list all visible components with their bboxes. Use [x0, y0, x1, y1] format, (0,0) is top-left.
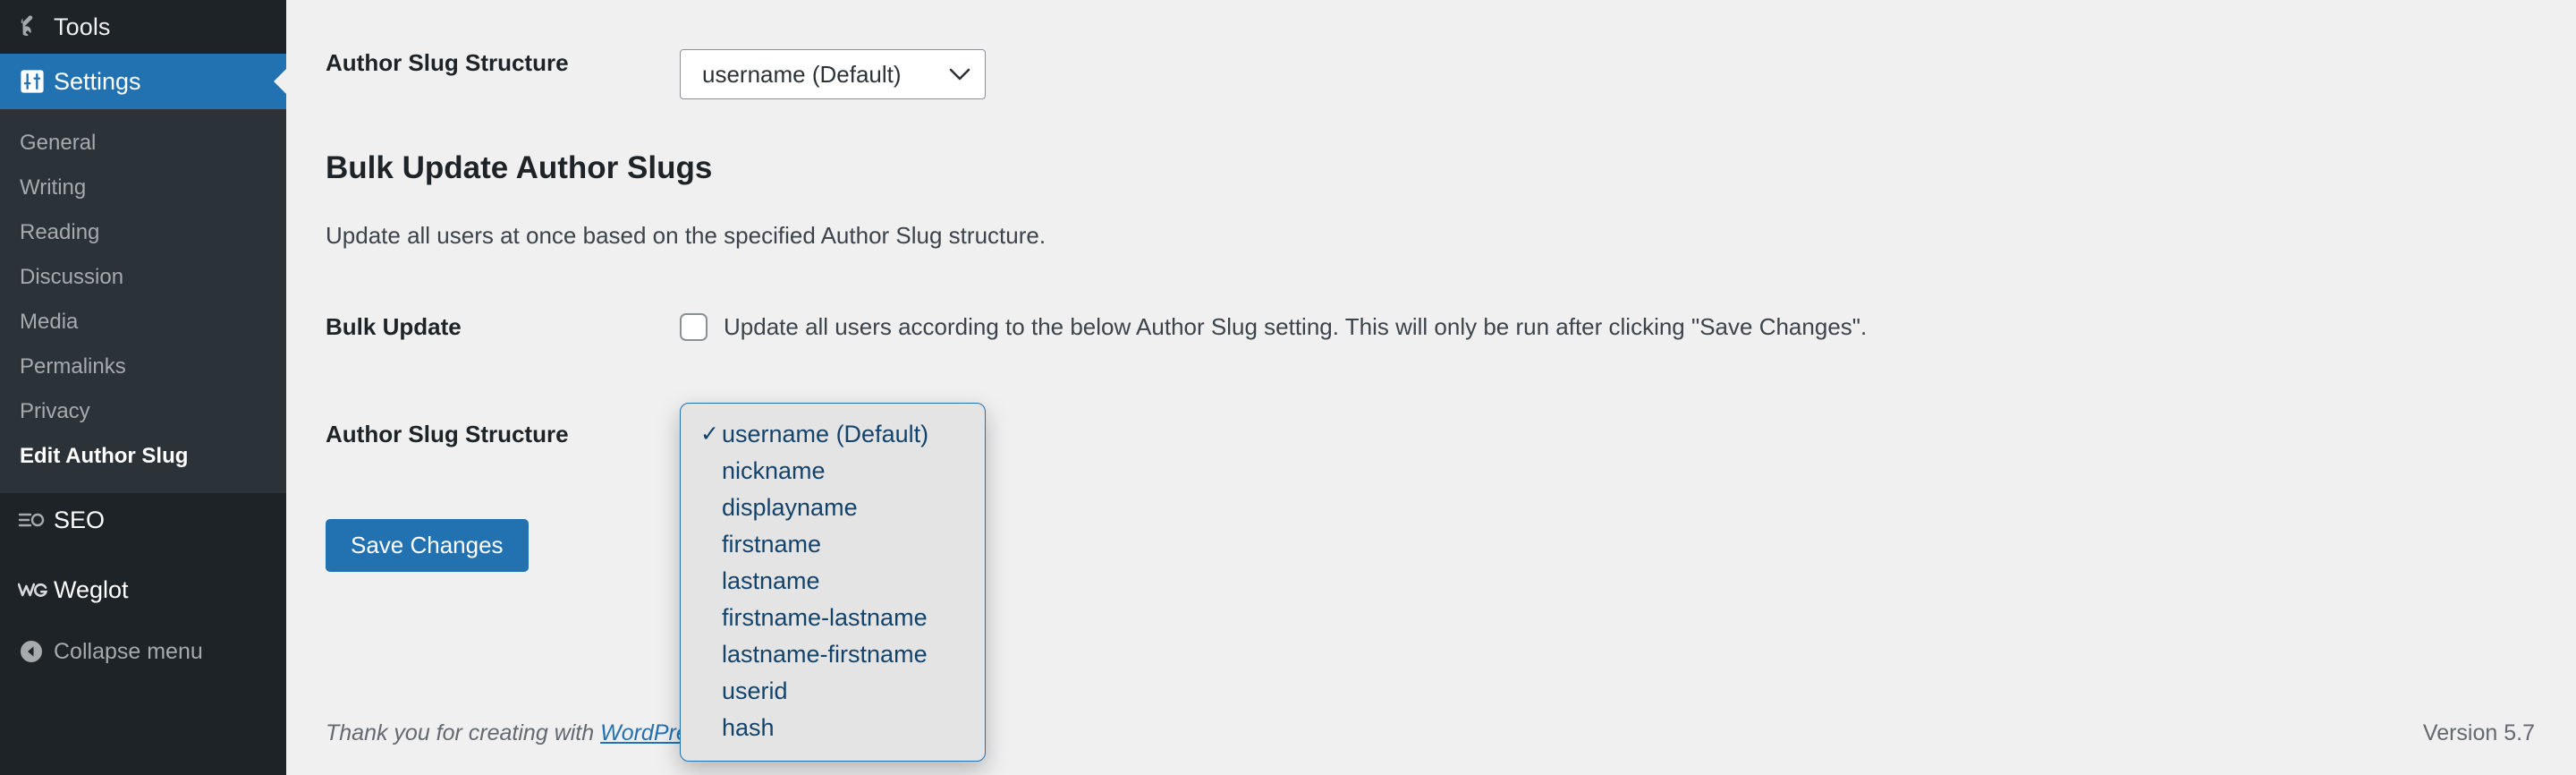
collapse-arrow-icon: [18, 638, 54, 665]
dropdown-option-label: displayname: [722, 494, 858, 521]
sidebar-item-weglot-label: Weglot: [54, 575, 129, 603]
bulk-update-row: Bulk Update Update all users according t…: [286, 313, 1867, 341]
sidebar-item-writing[interactable]: Writing: [0, 166, 286, 210]
dropdown-option-label: nickname: [722, 457, 826, 484]
dropdown-option-label: firstname: [722, 531, 822, 558]
bulk-update-label: Bulk Update: [326, 313, 462, 340]
sidebar-item-seo[interactable]: SEO: [0, 493, 286, 547]
section-title: Bulk Update Author Slugs: [326, 150, 713, 185]
dropdown-option-label: lastname-firstname: [722, 641, 928, 668]
sidebar-item-tools-label: Tools: [54, 13, 111, 40]
dropdown-option-label: userid: [722, 677, 788, 704]
collapse-menu-label: Collapse menu: [54, 638, 203, 664]
author-slug-structure-select[interactable]: username (Default): [680, 49, 986, 99]
section-description: Update all users at once based on the sp…: [326, 222, 1046, 249]
bulk-update-checkbox-group: Update all users according to the below …: [680, 313, 1867, 341]
sidebar-item-privacy[interactable]: Privacy: [0, 389, 286, 434]
dropdown-option-username[interactable]: ✓ username (Default): [681, 416, 985, 453]
footer-credit: Thank you for creating with WordPress.: [326, 720, 717, 746]
checkmark-icon: ✓: [700, 422, 719, 447]
dropdown-option-lastname[interactable]: lastname: [681, 563, 985, 600]
chevron-down-icon: [949, 63, 970, 86]
weglot-icon: [18, 580, 54, 600]
sidebar-item-tools[interactable]: Tools: [0, 0, 286, 54]
sidebar-item-media[interactable]: Media: [0, 300, 286, 345]
sidebar-item-edit-author-slug[interactable]: Edit Author Slug: [0, 434, 286, 479]
dropdown-option-lastname-firstname[interactable]: lastname-firstname: [681, 636, 985, 673]
sidebar-item-discussion[interactable]: Discussion: [0, 255, 286, 300]
collapse-menu-button[interactable]: Collapse menu: [0, 626, 286, 677]
sidebar-item-reading[interactable]: Reading: [0, 210, 286, 255]
save-changes-button[interactable]: Save Changes: [326, 519, 529, 572]
author-slug-structure-row-bulk: Author Slug Structure: [286, 421, 680, 448]
admin-screen: Tools Settings General Writing Reading D…: [0, 0, 2576, 775]
author-slug-structure-row-top: Author Slug Structure username (Default): [286, 49, 986, 99]
sidebar-item-seo-label: SEO: [54, 506, 106, 533]
sidebar-item-general[interactable]: General: [0, 121, 286, 166]
sliders-icon: [20, 69, 54, 94]
sidebar-item-settings[interactable]: Settings: [0, 54, 286, 109]
author-slug-structure-label-bulk: Author Slug Structure: [326, 421, 569, 447]
wrench-icon: [20, 15, 54, 38]
author-slug-structure-dropdown[interactable]: ✓ username (Default) nickname displaynam…: [680, 403, 986, 762]
dropdown-option-label: username (Default): [722, 421, 929, 447]
sidebar-item-permalinks[interactable]: Permalinks: [0, 345, 286, 389]
bulk-update-checkbox-label[interactable]: Update all users according to the below …: [724, 313, 1867, 341]
sidebar-item-weglot[interactable]: Weglot: [0, 563, 286, 617]
main-content: Author Slug Structure username (Default)…: [286, 0, 2576, 775]
dropdown-option-userid[interactable]: userid: [681, 673, 985, 710]
author-slug-structure-select-value: username (Default): [702, 60, 902, 88]
dropdown-option-label: lastname: [722, 567, 820, 594]
dropdown-option-firstname[interactable]: firstname: [681, 526, 985, 563]
author-slug-structure-label-top: Author Slug Structure: [326, 49, 569, 76]
dropdown-option-label: hash: [722, 714, 775, 741]
footer-credit-prefix: Thank you for creating with: [326, 720, 601, 745]
footer-version: Version 5.7: [2422, 720, 2535, 745]
dropdown-option-nickname[interactable]: nickname: [681, 453, 985, 490]
admin-sidebar: Tools Settings General Writing Reading D…: [0, 0, 286, 775]
sidebar-item-settings-label: Settings: [54, 67, 141, 95]
settings-submenu: General Writing Reading Discussion Media…: [0, 109, 286, 493]
dropdown-option-label: firstname-lastname: [722, 604, 928, 631]
seo-icon: [18, 510, 54, 530]
dropdown-option-hash[interactable]: hash: [681, 710, 985, 746]
dropdown-option-firstname-lastname[interactable]: firstname-lastname: [681, 600, 985, 636]
dropdown-option-displayname[interactable]: displayname: [681, 490, 985, 526]
bulk-update-checkbox[interactable]: [680, 313, 708, 341]
